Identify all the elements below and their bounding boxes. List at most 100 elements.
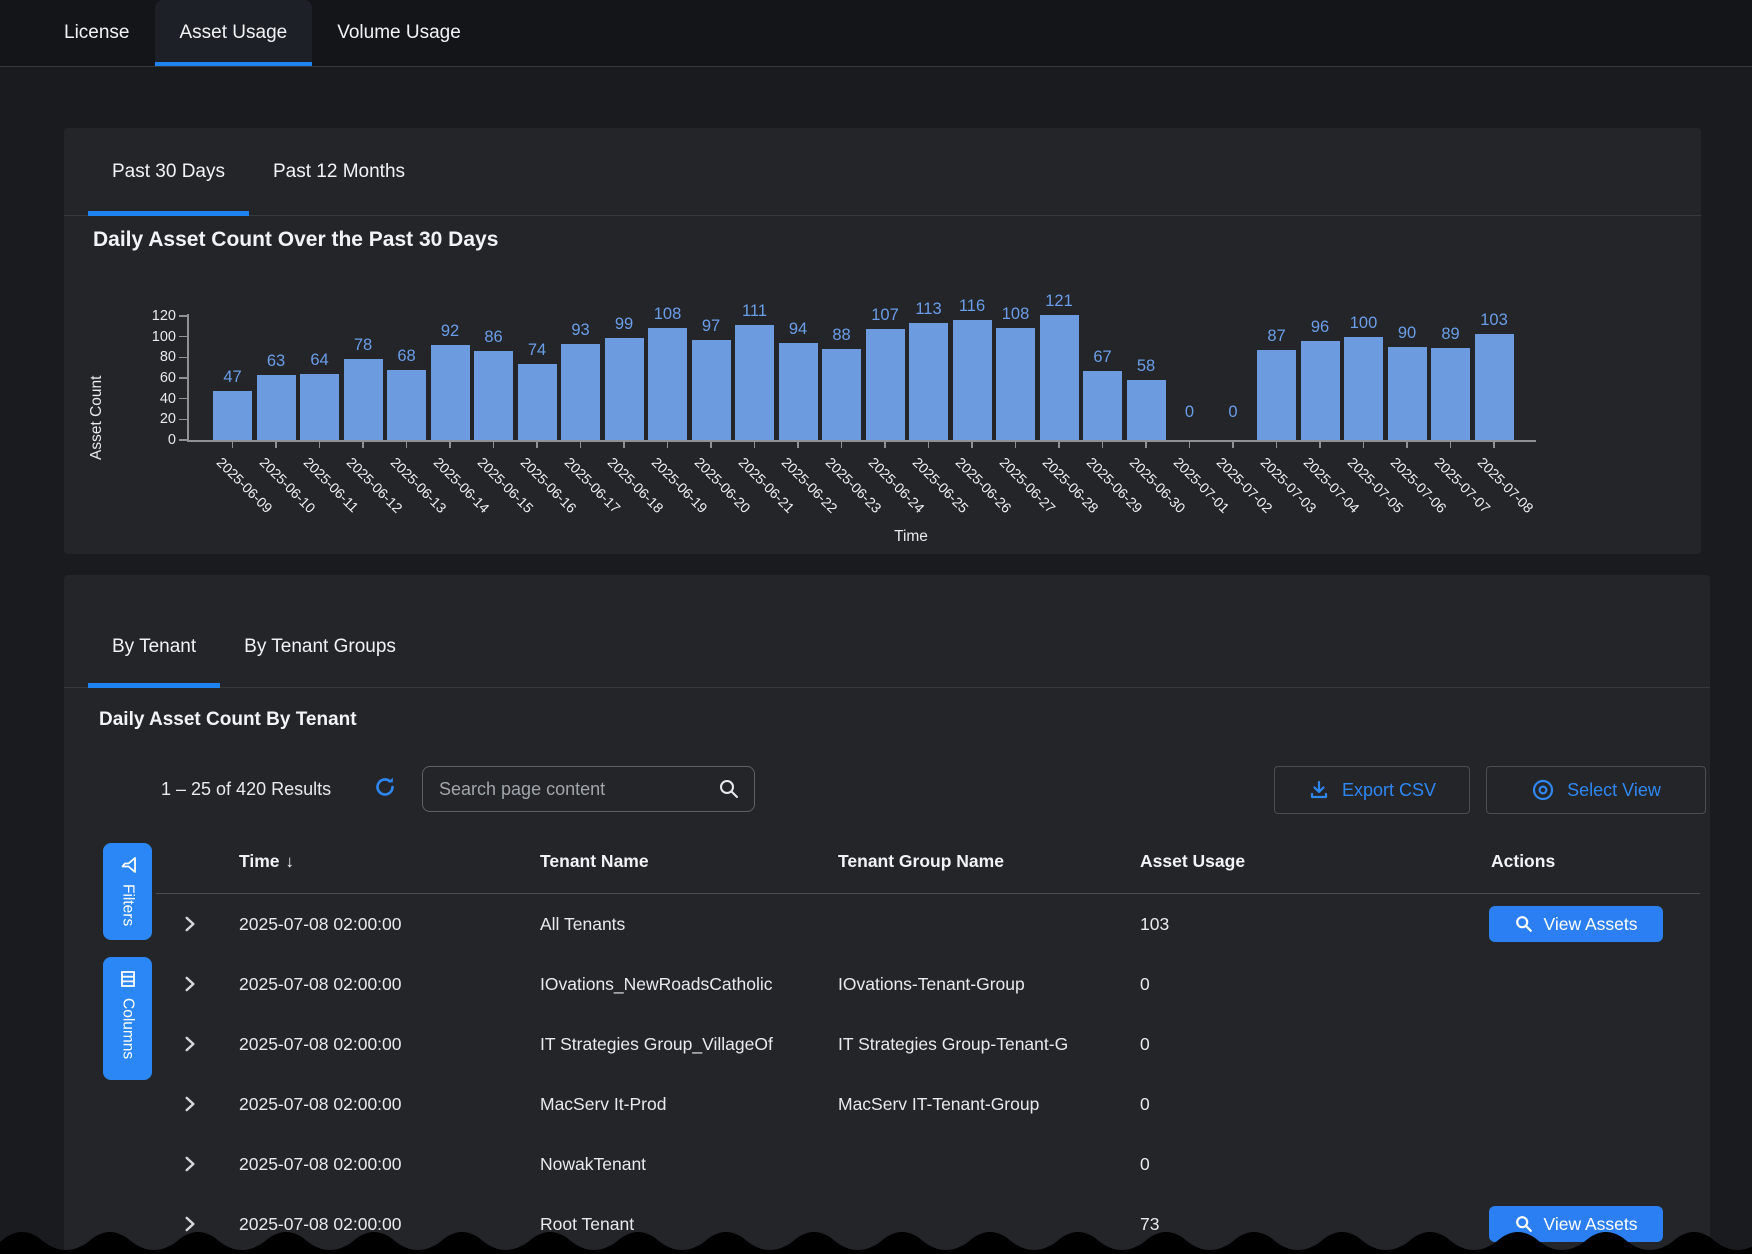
column-header-tenant-name[interactable]: Tenant Name [540, 851, 649, 872]
table-row: 2025-07-08 02:00:00MacServ It-ProdMacSer… [64, 1074, 1710, 1134]
tab-past-30-days[interactable]: Past 30 Days [88, 128, 249, 215]
chart-bar [605, 338, 644, 440]
y-tick-label: 100 [104, 328, 176, 346]
chart-bar [344, 359, 383, 440]
tab-by-tenant-groups[interactable]: By Tenant Groups [220, 607, 420, 687]
x-tick [362, 440, 364, 448]
tenant-name-cell: IOvations_NewRoadsCatholic [540, 954, 822, 1014]
table-row: 2025-07-08 02:00:00All Tenants103View As… [64, 894, 1710, 954]
chart-bar [561, 344, 600, 440]
asset-usage-cell: 0 [1140, 1074, 1340, 1134]
y-tick-label: 60 [104, 369, 176, 387]
x-tick [797, 440, 799, 448]
x-tick [710, 440, 712, 448]
expand-chevron-icon [180, 974, 200, 994]
x-tick [319, 440, 321, 448]
column-header-tenant-group-name[interactable]: Tenant Group Name [838, 851, 1004, 872]
y-tick-label: 20 [104, 410, 176, 428]
bar-value-label: 58 [1116, 357, 1176, 376]
download-icon [1308, 779, 1330, 801]
table-row: 2025-07-08 02:00:00IT Strategies Group_V… [64, 1014, 1710, 1074]
tenant-table-card: By Tenant By Tenant Groups Daily Asset C… [64, 575, 1710, 1254]
y-tick [179, 357, 187, 359]
expand-chevron-icon [180, 914, 200, 934]
tab-volume-usage[interactable]: Volume Usage [312, 0, 486, 66]
x-tick [754, 440, 756, 448]
chart-bar [648, 328, 687, 440]
x-tick [1363, 440, 1365, 448]
table-row: 2025-07-08 02:00:00IOvations_NewRoadsCat… [64, 954, 1710, 1014]
tenant-group-cell [838, 894, 1130, 954]
chart-bar [1301, 341, 1340, 440]
refresh-button[interactable] [372, 775, 398, 801]
chart-bar [1475, 334, 1514, 440]
asset-usage-cell: 0 [1140, 1014, 1340, 1074]
chart-bar [257, 375, 296, 440]
search-box [422, 766, 755, 812]
expand-chevron-icon [180, 1154, 200, 1174]
x-tick [536, 440, 538, 448]
tab-past-12-months[interactable]: Past 12 Months [249, 128, 429, 215]
expand-chevron-icon [180, 1094, 200, 1114]
x-tick [1015, 440, 1017, 448]
x-tick [275, 440, 277, 448]
tenant-name-cell: IT Strategies Group_VillageOf [540, 1014, 822, 1074]
chart-bar [1040, 315, 1079, 440]
asset-usage-page: License Asset Usage Volume Usage Past 30… [0, 0, 1752, 1254]
y-tick-label: 0 [104, 431, 176, 449]
top-tabs: License Asset Usage Volume Usage [39, 0, 486, 66]
tab-asset-usage[interactable]: Asset Usage [155, 0, 313, 66]
bar-value-label: 121 [1029, 292, 1089, 311]
row-expand-button[interactable] [176, 1134, 204, 1194]
bar-value-label: 68 [377, 347, 437, 366]
column-header-time[interactable]: Time↓ [239, 851, 294, 872]
search-icon[interactable] [718, 778, 740, 800]
y-tick-label: 120 [104, 307, 176, 325]
time-cell: 2025-07-08 02:00:00 [239, 1014, 529, 1074]
tenant-name-cell: MacServ It-Prod [540, 1074, 822, 1134]
tenant-tabs: By Tenant By Tenant Groups [64, 575, 1710, 688]
chart-bar [1431, 348, 1470, 440]
row-expand-button[interactable] [176, 1014, 204, 1074]
x-tick [449, 440, 451, 448]
bar-value-label: 103 [1464, 311, 1524, 330]
bar-value-label: 88 [812, 326, 872, 345]
search-input[interactable] [423, 779, 718, 800]
tenant-name-cell: NowakTenant [540, 1134, 822, 1194]
x-tick [841, 440, 843, 448]
x-tick [1276, 440, 1278, 448]
y-tick [179, 315, 187, 317]
chart-bar [1083, 371, 1122, 440]
expand-chevron-icon [180, 1034, 200, 1054]
asset-usage-cell: 0 [1140, 1134, 1340, 1194]
daily-asset-count-chart: 020406080100120472025-06-09632025-06-106… [64, 290, 1701, 554]
chart-bar [866, 329, 905, 440]
asset-usage-cell: 103 [1140, 894, 1340, 954]
tenant-group-cell [838, 1134, 1130, 1194]
y-tick-label: 80 [104, 348, 176, 366]
y-tick [179, 398, 187, 400]
table-title: Daily Asset Count By Tenant [99, 709, 357, 731]
time-cell: 2025-07-08 02:00:00 [239, 954, 529, 1014]
export-csv-button[interactable]: Export CSV [1274, 766, 1470, 814]
chart-bar [518, 364, 557, 440]
column-header-asset-usage[interactable]: Asset Usage [1140, 851, 1245, 872]
chart-bar [1388, 347, 1427, 440]
x-tick [406, 440, 408, 448]
y-tick [179, 377, 187, 379]
row-expand-button[interactable] [176, 894, 204, 954]
table-row: 2025-07-08 02:00:00NowakTenant0 [64, 1134, 1710, 1194]
tenant-group-cell: IOvations-Tenant-Group [838, 954, 1130, 1014]
x-tick [493, 440, 495, 448]
tab-by-tenant[interactable]: By Tenant [88, 607, 220, 687]
row-expand-button[interactable] [176, 954, 204, 1014]
chart-bar [692, 340, 731, 440]
view-assets-button[interactable]: View Assets [1489, 906, 1663, 942]
x-tick [1189, 440, 1191, 448]
select-view-button[interactable]: Select View [1486, 766, 1706, 814]
y-tick [179, 336, 187, 338]
tab-license[interactable]: License [39, 0, 155, 66]
bar-value-label: 0 [1203, 403, 1263, 422]
x-tick [1450, 440, 1452, 448]
row-expand-button[interactable] [176, 1074, 204, 1134]
